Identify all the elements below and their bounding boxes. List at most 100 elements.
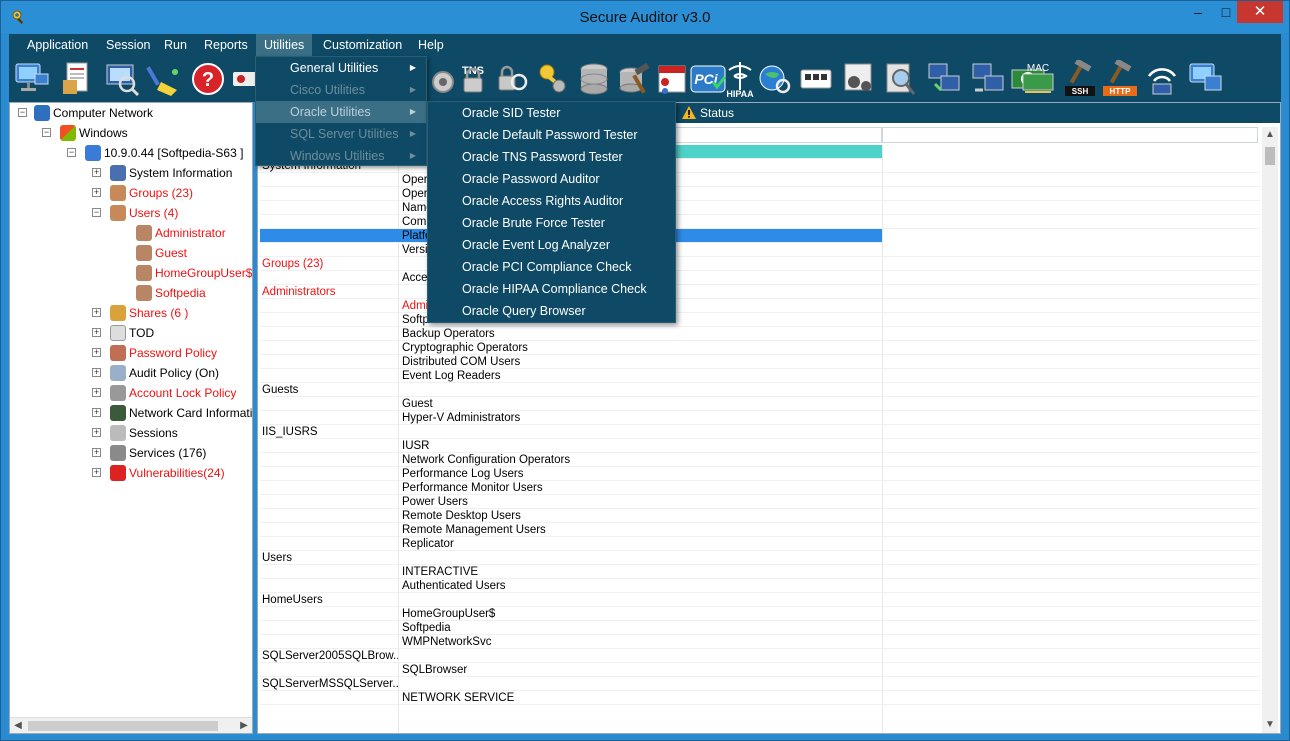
table-row[interactable]: SQLServerMSSQLServer... <box>260 677 1260 691</box>
table-row[interactable]: Remote Management Users <box>260 523 1260 537</box>
table-row[interactable]: Remote Desktop Users <box>260 509 1260 523</box>
tree-collapse-toggle[interactable]: − <box>42 128 51 137</box>
table-row[interactable]: SQLServer2005SQLBrow... <box>260 649 1260 663</box>
tree-expand-toggle[interactable]: + <box>92 348 101 357</box>
menu-item-oracle-default-password-tester[interactable]: Oracle Default Password Tester <box>428 124 675 146</box>
table-row[interactable]: IIS_IUSRS <box>260 425 1260 439</box>
table-row[interactable]: Distributed COM Users <box>260 355 1260 369</box>
tree-item-password-policy[interactable]: Password Policy <box>110 343 217 361</box>
tree-item-host[interactable]: 10.9.0.44 [Softpedia-S63 ] <box>85 143 243 161</box>
tree-expand-toggle[interactable]: + <box>92 388 101 397</box>
tree-item-account-lock-policy[interactable]: Account Lock Policy <box>110 383 236 401</box>
network-computers-2-icon[interactable] <box>969 60 1007 98</box>
table-row[interactable]: Administrators <box>260 285 1260 299</box>
scroll-left-icon[interactable]: ◀ <box>10 718 26 733</box>
table-row[interactable]: NETWORK SERVICE <box>260 691 1260 705</box>
table-row[interactable]: Guest <box>260 397 1260 411</box>
menu-reports[interactable]: Reports <box>196 34 256 56</box>
computer-network-2-icon[interactable] <box>1187 60 1225 98</box>
table-row[interactable]: Softpedia <box>260 313 1260 327</box>
ssh-hammer-icon[interactable]: SSH <box>1061 60 1099 98</box>
menu-item-cisco-utilities[interactable]: Cisco Utilities ▶ <box>256 79 426 101</box>
menu-item-oracle-password-auditor[interactable]: Oracle Password Auditor <box>428 168 675 190</box>
tab-status[interactable]: Status <box>678 103 734 123</box>
tree-item-services[interactable]: Services (176) <box>110 443 206 461</box>
table-row[interactable]: Replicator <box>260 537 1260 551</box>
padlock-search-icon[interactable] <box>493 60 531 98</box>
menu-run[interactable]: Run <box>156 34 195 56</box>
tree-item-vulnerabilities[interactable]: Vulnerabilities(24) <box>110 463 225 481</box>
table-row[interactable]: Softpedia <box>260 621 1260 635</box>
camera-icon[interactable] <box>839 60 877 98</box>
table-row[interactable]: SQLBrowser <box>260 663 1260 677</box>
table-row[interactable]: Operating System Version <box>260 187 1260 201</box>
menu-item-oracle-query-browser[interactable]: Oracle Query Browser <box>428 300 675 322</box>
tree-collapse-toggle[interactable]: − <box>92 208 101 217</box>
table-row[interactable]: Performance Log Users <box>260 467 1260 481</box>
report-icon[interactable] <box>59 60 97 98</box>
table-row[interactable]: Guests <box>260 383 1260 397</box>
table-row[interactable]: WMPNetworkSvc <box>260 635 1260 649</box>
tree-item-user-guest[interactable]: Guest <box>136 243 187 261</box>
grid-vertical-scrollbar[interactable]: ▲ ▼ <box>1262 127 1278 733</box>
network-computers-icon[interactable] <box>925 60 963 98</box>
tree-item-user-administrator[interactable]: Administrator <box>136 223 226 241</box>
scroll-right-icon[interactable]: ▶ <box>236 718 252 733</box>
menu-customization[interactable]: Customization <box>315 34 410 56</box>
close-button[interactable]: ✕ <box>1237 1 1283 23</box>
menu-item-oracle-access-rights-auditor[interactable]: Oracle Access Rights Auditor <box>428 190 675 212</box>
tree-item-computer-network[interactable]: Computer Network <box>34 103 153 121</box>
menu-item-windows-utilities[interactable]: Windows Utilities ▶ <box>256 145 426 167</box>
table-row[interactable]: Backup Operators <box>260 327 1260 341</box>
menu-help[interactable]: Help <box>410 34 452 56</box>
tree-item-tod[interactable]: TOD <box>110 323 154 341</box>
table-row[interactable]: Access Control Assistance Operators <box>260 271 1260 285</box>
table-row[interactable]: Users <box>260 551 1260 565</box>
magnifier-page-icon[interactable] <box>881 60 919 98</box>
scroll-down-icon[interactable]: ▼ <box>1262 717 1278 733</box>
database-hammer-icon[interactable] <box>615 60 653 98</box>
menu-application[interactable]: Application <box>19 34 96 56</box>
hipaa-icon[interactable]: HIPAA <box>721 60 759 98</box>
wireless-icon[interactable] <box>1143 60 1181 98</box>
router-icon[interactable] <box>797 60 835 98</box>
table-row[interactable]: Operating System <box>260 173 1260 187</box>
table-row[interactable]: Hyper-V Administrators <box>260 411 1260 425</box>
scroll-up-icon[interactable]: ▲ <box>1262 127 1278 143</box>
tree-expand-toggle[interactable]: + <box>92 368 101 377</box>
tree-item-system-information[interactable]: System Information <box>110 163 232 181</box>
tree-horizontal-scrollbar[interactable]: ◀ ▶ <box>10 717 252 733</box>
table-row[interactable]: Authenticated Users <box>260 579 1260 593</box>
tree-expand-toggle[interactable]: + <box>92 468 101 477</box>
computer-network-icon[interactable] <box>13 60 51 98</box>
table-row[interactable]: IUSR <box>260 439 1260 453</box>
http-hammer-icon[interactable]: HTTP <box>1101 60 1139 98</box>
tree-item-shares[interactable]: Shares (6 ) <box>110 303 188 321</box>
menu-item-oracle-brute-force-tester[interactable]: Oracle Brute Force Tester <box>428 212 675 234</box>
tree-expand-toggle[interactable]: + <box>92 428 101 437</box>
table-row[interactable]: Version <box>260 243 1260 257</box>
table-row[interactable]: Name <box>260 201 1260 215</box>
tree-expand-toggle[interactable]: + <box>92 188 101 197</box>
scroll-thumb[interactable] <box>1265 147 1275 165</box>
tree-expand-toggle[interactable]: + <box>92 168 101 177</box>
table-row[interactable]: Comment <box>260 215 1260 229</box>
minimize-button[interactable]: – <box>1183 1 1213 23</box>
menu-item-oracle-tns-password-tester[interactable]: Oracle TNS Password Tester <box>428 146 675 168</box>
menu-utilities[interactable]: Utilities <box>256 34 313 56</box>
tree-collapse-toggle[interactable]: − <box>18 108 27 117</box>
menu-item-oracle-event-log-analyzer[interactable]: Oracle Event Log Analyzer <box>428 234 675 256</box>
table-row[interactable]: Power Users <box>260 495 1260 509</box>
menu-item-oracle-utilities[interactable]: Oracle Utilities ▶ <box>256 101 426 123</box>
cleaner-icon[interactable] <box>145 60 183 98</box>
table-row[interactable]: INTERACTIVE <box>260 565 1260 579</box>
keys-icon[interactable] <box>535 60 573 98</box>
menu-item-general-utilities[interactable]: General Utilities ▶ <box>256 57 426 79</box>
menu-item-oracle-sid-tester[interactable]: Oracle SID Tester <box>428 102 675 124</box>
table-row[interactable]: Performance Monitor Users <box>260 481 1260 495</box>
tree-expand-toggle[interactable]: + <box>92 328 101 337</box>
tree-expand-toggle[interactable]: + <box>92 408 101 417</box>
menu-session[interactable]: Session <box>98 34 158 56</box>
tns-icon[interactable]: TNS <box>454 60 492 98</box>
help-icon[interactable]: ? <box>189 60 227 98</box>
